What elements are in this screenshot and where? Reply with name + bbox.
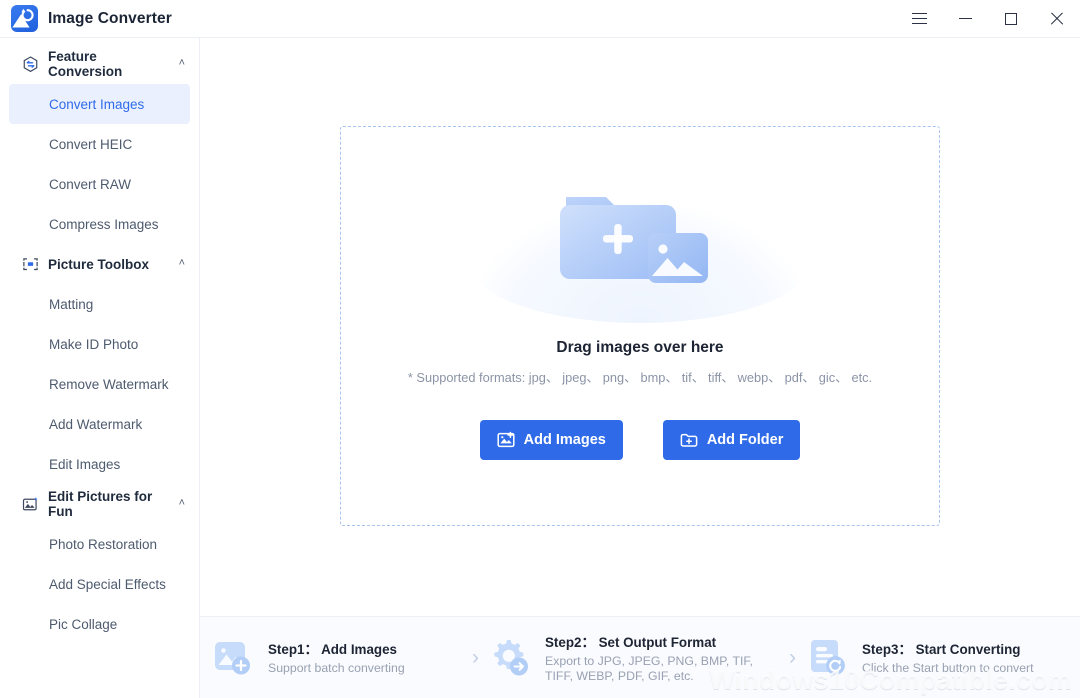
sidebar-item-matting[interactable]: Matting bbox=[9, 284, 190, 324]
sidebar-item-label: Convert RAW bbox=[49, 176, 132, 192]
sidebar-item-convert-raw[interactable]: Convert RAW bbox=[9, 164, 190, 204]
add-images-button[interactable]: Add Images bbox=[479, 420, 623, 460]
add-folder-icon bbox=[680, 431, 698, 449]
sidebar-item-add-special-effects[interactable]: Add Special Effects bbox=[9, 564, 190, 604]
add-images-button-label: Add Images bbox=[523, 432, 606, 448]
sidebar-item-label: Pic Collage bbox=[49, 616, 118, 632]
app-title: Image Converter bbox=[48, 9, 172, 27]
sidebar-group-title: Feature Conversion bbox=[48, 49, 123, 79]
sidebar-item-remove-watermark[interactable]: Remove Watermark bbox=[9, 364, 190, 404]
sidebar-group-title: Edit Pictures for Fun bbox=[48, 489, 153, 519]
step-1-desc: Support batch converting bbox=[268, 661, 405, 676]
sidebar-item-convert-images[interactable]: Convert Images bbox=[9, 84, 190, 124]
sidebar-item-label: Matting bbox=[49, 296, 94, 312]
sidebar: Feature Conversion ˄ Convert Images Conv… bbox=[0, 38, 200, 698]
step-2-name: Step2： Set Output Format bbox=[545, 634, 717, 650]
sidebar-item-label: Edit Images bbox=[49, 456, 121, 472]
canvas-area: Drag images over here * Supported format… bbox=[200, 38, 1080, 616]
image-converter-window: Image Converter Feature Conversion ˄ Con… bbox=[0, 0, 1080, 698]
sidebar-group-picture-toolbox[interactable]: Picture Toolbox ˄ bbox=[0, 244, 199, 284]
step-3-name: Step3： Start Converting bbox=[862, 642, 1021, 658]
step-2: Step2： Set Output Format Export to JPG, … bbox=[489, 631, 779, 685]
add-folder-button-label: Add Folder bbox=[706, 432, 784, 448]
drop-zone-actions: Add Images Add Folder bbox=[479, 420, 801, 460]
sidebar-group-title: Picture Toolbox bbox=[48, 256, 150, 272]
chevron-up-icon[interactable]: ˄ bbox=[179, 497, 185, 509]
step-3-desc: Click the Start button to convert bbox=[862, 661, 1034, 676]
maximize-icon[interactable] bbox=[988, 0, 1034, 38]
sidebar-item-compress-images[interactable]: Compress Images bbox=[9, 204, 190, 244]
step-add-image-icon bbox=[212, 636, 256, 680]
sidebar-group-feature-conversion[interactable]: Feature Conversion ˄ bbox=[0, 44, 199, 84]
add-image-icon bbox=[497, 431, 515, 449]
close-icon[interactable] bbox=[1034, 0, 1080, 38]
sidebar-item-photo-restoration[interactable]: Photo Restoration bbox=[9, 524, 190, 564]
toolbox-frame-icon bbox=[22, 256, 39, 273]
sparkle-photo-icon bbox=[22, 496, 39, 513]
step-3: Step3： Start Converting Click the Start … bbox=[806, 636, 1066, 680]
app-body: Feature Conversion ˄ Convert Images Conv… bbox=[0, 38, 1080, 698]
sidebar-item-label: Photo Restoration bbox=[49, 536, 158, 552]
add-folder-button[interactable]: Add Folder bbox=[662, 420, 801, 460]
sidebar-item-label: Make ID Photo bbox=[49, 336, 139, 352]
drop-zone-title: Drag images over here bbox=[556, 339, 724, 356]
sidebar-item-convert-heic[interactable]: Convert HEIC bbox=[9, 124, 190, 164]
sidebar-item-label: Add Special Effects bbox=[49, 576, 166, 592]
step-1-name: Step1： Add Images bbox=[268, 642, 397, 658]
sidebar-item-label: Convert Images bbox=[49, 96, 145, 112]
drop-zone[interactable]: Drag images over here * Supported format… bbox=[340, 126, 940, 526]
sidebar-item-label: Convert HEIC bbox=[49, 136, 133, 152]
step-gear-export-icon bbox=[489, 636, 533, 680]
sidebar-item-label: Remove Watermark bbox=[49, 376, 169, 392]
sidebar-item-edit-images[interactable]: Edit Images bbox=[9, 444, 190, 484]
image-converter-logo-icon bbox=[11, 5, 38, 32]
chevron-right-icon: › bbox=[472, 646, 479, 669]
minimize-icon[interactable] bbox=[942, 0, 988, 38]
supported-formats-text: * Supported formats: jpg、 jpeg、 png、 bmp… bbox=[407, 370, 873, 385]
main-content: Drag images over here * Supported format… bbox=[200, 38, 1080, 698]
sidebar-item-add-watermark[interactable]: Add Watermark bbox=[9, 404, 190, 444]
sidebar-item-label: Compress Images bbox=[49, 216, 159, 232]
sidebar-group-edit-pictures-for-fun[interactable]: Edit Pictures for Fun ˄ bbox=[0, 484, 199, 524]
title-bar: Image Converter bbox=[0, 0, 1080, 38]
hamburger-menu-icon[interactable] bbox=[896, 0, 942, 38]
step-1: Step1： Add Images Support batch converti… bbox=[212, 636, 462, 680]
steps-footer: Step1： Add Images Support batch converti… bbox=[200, 616, 1080, 698]
chevron-right-icon: › bbox=[789, 646, 796, 669]
sidebar-item-label: Add Watermark bbox=[49, 416, 143, 432]
step-2-desc: Export to JPG, JPEG, PNG, BMP, TIF, TIFF… bbox=[545, 653, 753, 683]
app-brand: Image Converter bbox=[0, 5, 172, 32]
sidebar-item-make-id-photo[interactable]: Make ID Photo bbox=[9, 324, 190, 364]
sidebar-item-pic-collage[interactable]: Pic Collage bbox=[9, 604, 190, 644]
window-controls bbox=[896, 0, 1080, 38]
step-document-convert-icon bbox=[806, 636, 850, 680]
convert-hexagon-icon bbox=[22, 55, 39, 73]
chevron-up-icon[interactable]: ˄ bbox=[179, 257, 185, 269]
folder-add-image-illustration bbox=[470, 167, 810, 323]
chevron-up-icon[interactable]: ˄ bbox=[179, 57, 185, 69]
